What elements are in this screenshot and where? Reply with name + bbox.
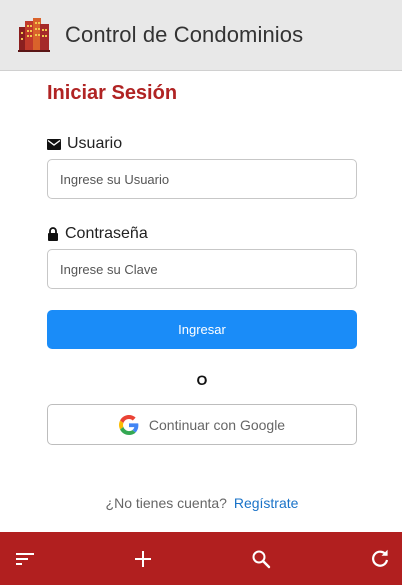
add-button[interactable]	[118, 532, 168, 585]
password-label-text: Contraseña	[65, 225, 148, 242]
refresh-icon	[372, 549, 389, 567]
signup-link[interactable]: Regístrate	[234, 495, 299, 511]
username-input[interactable]	[47, 159, 357, 199]
plus-icon	[135, 550, 151, 567]
search-icon	[252, 550, 271, 568]
signup-row: ¿No tienes cuenta? Regístrate	[47, 495, 357, 511]
page-title: Iniciar Sesión	[47, 82, 178, 104]
signup-question: ¿No tienes cuenta?	[105, 495, 227, 511]
mail-icon	[47, 138, 61, 150]
google-icon	[118, 414, 139, 435]
username-label: Usuario	[47, 135, 122, 153]
bottom-toolbar	[0, 532, 402, 585]
login-button[interactable]: Ingresar	[47, 310, 357, 349]
google-signin-button[interactable]: Continuar con Google	[47, 404, 357, 445]
or-separator: O	[196, 372, 208, 388]
lock-icon	[48, 227, 58, 241]
google-button-label: Continuar con Google	[148, 416, 286, 433]
sort-menu-icon	[16, 552, 34, 565]
refresh-button[interactable]	[355, 532, 402, 585]
password-label: Contraseña	[47, 225, 148, 243]
username-label-text: Usuario	[67, 135, 123, 152]
app-header: Control de Condominios	[0, 0, 402, 71]
sort-menu-button[interactable]	[0, 532, 50, 585]
app-title: Control de Condominios	[65, 22, 304, 47]
search-button[interactable]	[236, 532, 286, 585]
buildings-logo-icon	[18, 18, 50, 52]
password-input[interactable]	[47, 249, 357, 289]
